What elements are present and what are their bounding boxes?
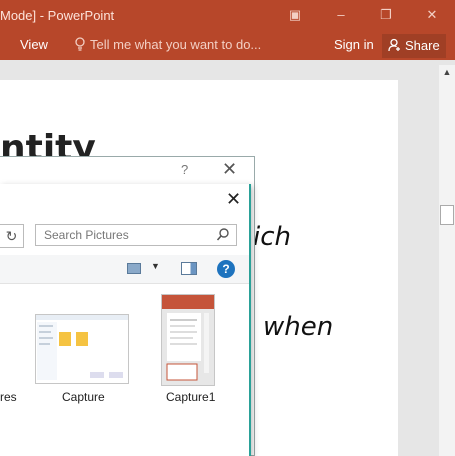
change-view-icon[interactable] bbox=[127, 263, 141, 274]
dialog-close-button[interactable]: ✕ bbox=[222, 159, 237, 180]
person-share-icon bbox=[388, 38, 400, 52]
scrollbar-thumb[interactable] bbox=[440, 205, 454, 225]
file-thumbnail-capture1[interactable] bbox=[161, 294, 215, 386]
file-dialog-close-button[interactable]: ✕ bbox=[226, 189, 241, 210]
explorer-window-thumbnail bbox=[35, 314, 129, 384]
minimize-button[interactable]: – bbox=[326, 4, 356, 26]
ribbon-tab-bar: View Tell me what you want to do... Sign… bbox=[0, 32, 455, 60]
file-browser-dialog: ✕ ↻ Search Pictures ▼ ? res Capture Capt… bbox=[0, 184, 251, 456]
ribbon-display-options-icon[interactable]: ▣ bbox=[280, 4, 310, 26]
view-dropdown-chevron-icon[interactable]: ▼ bbox=[151, 261, 160, 271]
powerpoint-window-thumbnail bbox=[161, 294, 215, 386]
vertical-scrollbar[interactable]: ▲ bbox=[439, 65, 455, 456]
help-icon[interactable]: ? bbox=[217, 260, 235, 278]
share-button[interactable]: Share bbox=[382, 34, 446, 58]
tell-me-label: Tell me what you want to do... bbox=[90, 37, 262, 52]
sign-in-link[interactable]: Sign in bbox=[334, 37, 374, 52]
scroll-up-icon[interactable]: ▲ bbox=[439, 67, 455, 81]
slide-body-line-2[interactable]: when bbox=[263, 312, 333, 342]
file-label-capture[interactable]: Capture bbox=[62, 390, 105, 404]
file-label-capture1[interactable]: Capture1 bbox=[166, 390, 215, 404]
close-window-button[interactable]: ✕ bbox=[417, 4, 447, 26]
window-title: Mode] - PowerPoint bbox=[0, 8, 115, 23]
share-label: Share bbox=[405, 38, 440, 53]
lightbulb-icon bbox=[75, 37, 85, 51]
tab-view[interactable]: View bbox=[20, 37, 48, 52]
refresh-icon[interactable]: ↻ bbox=[0, 224, 24, 248]
slide-body-line-1[interactable]: ich bbox=[253, 222, 291, 252]
search-icon[interactable] bbox=[216, 226, 230, 244]
file-toolbar: ▼ ? bbox=[0, 255, 249, 284]
file-label[interactable]: res bbox=[0, 390, 17, 404]
restore-button[interactable]: ❐ bbox=[371, 4, 401, 26]
tell-me-box[interactable]: Tell me what you want to do... bbox=[74, 37, 261, 52]
search-placeholder: Search Pictures bbox=[44, 228, 129, 242]
preview-pane-icon[interactable] bbox=[181, 262, 197, 275]
search-input[interactable]: Search Pictures bbox=[35, 224, 237, 246]
dialog-help-button[interactable]: ? bbox=[181, 162, 188, 177]
title-bar: Mode] - PowerPoint ▣ – ❐ ✕ bbox=[0, 0, 455, 32]
file-thumbnail-capture[interactable] bbox=[35, 314, 129, 384]
